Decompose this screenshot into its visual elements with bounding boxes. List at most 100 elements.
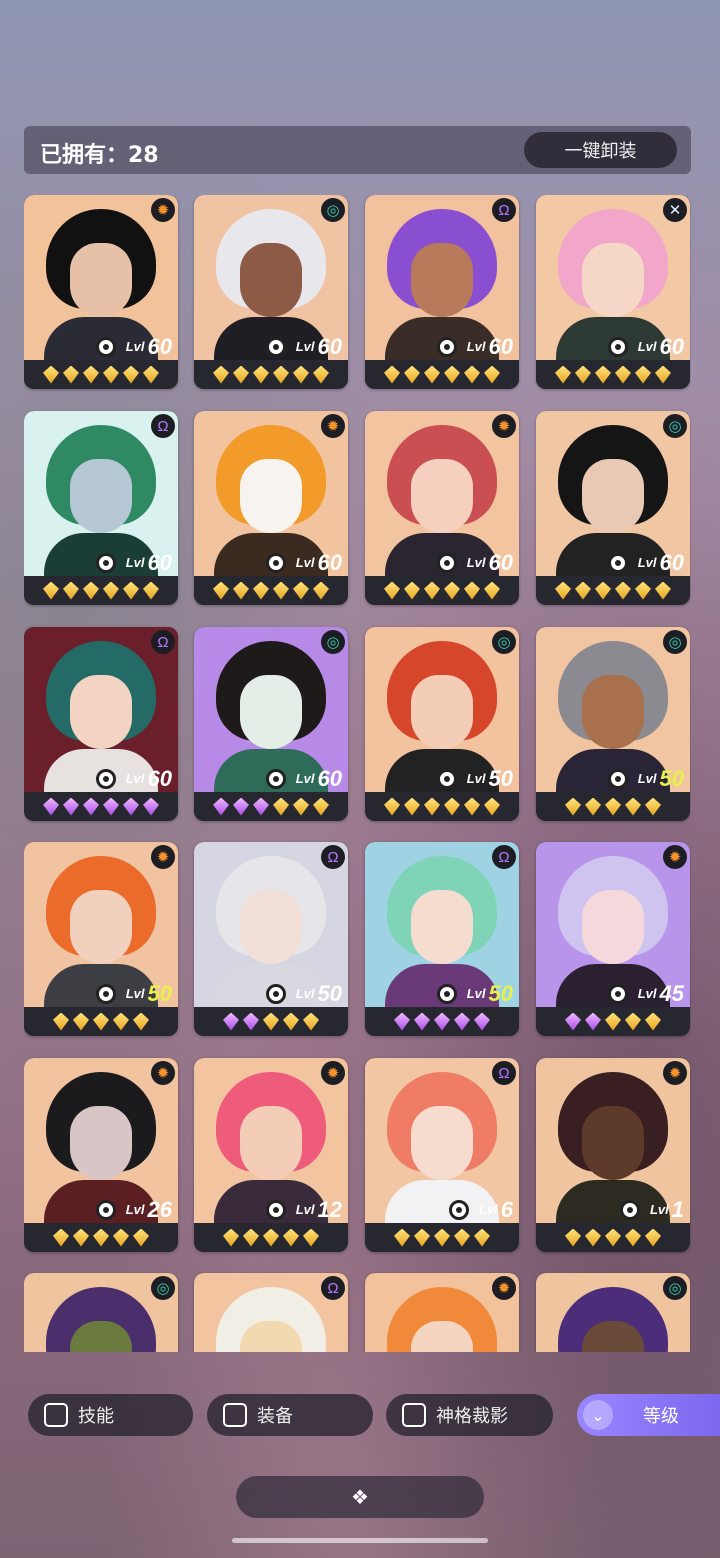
character-card[interactable]: Ω Lvl 50 xyxy=(365,842,519,1036)
sort-order-icon: ⌄ xyxy=(583,1400,613,1430)
swirl-element-icon: ◎ xyxy=(321,630,345,654)
star-gems xyxy=(365,1223,519,1252)
gem-icon xyxy=(384,581,400,600)
home-indicator xyxy=(232,1538,488,1543)
gem-icon xyxy=(404,365,420,384)
character-card[interactable]: ◎ Lvl 60 xyxy=(536,411,690,605)
character-card[interactable]: ✹ Lvl 60 xyxy=(194,411,348,605)
portrait-face xyxy=(582,1106,644,1180)
character-card[interactable]: ✹ Lvl 60 xyxy=(24,195,178,389)
filter-shadow[interactable]: 神格裁影 xyxy=(386,1394,553,1436)
gem-icon xyxy=(384,797,400,816)
sun-element-icon: ✹ xyxy=(492,1276,516,1300)
equip-checkbox[interactable] xyxy=(223,1403,247,1427)
character-card[interactable]: ✹ Lvl 50 xyxy=(24,842,178,1036)
character-card[interactable]: Ω Lvl 60 xyxy=(365,195,519,389)
portrait-face xyxy=(582,675,644,749)
gem-icon xyxy=(213,365,229,384)
level-tag: Lvl xyxy=(466,339,486,354)
gem-icon xyxy=(233,581,249,600)
portrait-face xyxy=(240,675,302,749)
level-row: Lvl 60 xyxy=(24,333,178,360)
gem-icon xyxy=(83,581,99,600)
unequip-all-button[interactable]: 一键卸装 xyxy=(524,132,677,168)
character-card[interactable]: ✹ Lvl 45 xyxy=(536,842,690,1036)
collapse-handle[interactable]: ❖ xyxy=(236,1476,484,1518)
sort-label: 等级 xyxy=(643,1406,679,1427)
character-card[interactable]: Ω Lvl 50 xyxy=(194,842,348,1036)
level-value: 60 xyxy=(147,765,172,791)
level-value: 50 xyxy=(488,765,513,791)
character-card[interactable]: ◎ Lvl 50 xyxy=(536,627,690,821)
sort-level-button[interactable]: ⌄ 等级 xyxy=(577,1394,720,1436)
gem-icon xyxy=(213,797,229,816)
level-tag: Lvl xyxy=(637,986,657,1001)
level-tag: Lvl xyxy=(125,555,145,570)
filter-equip[interactable]: 装备 xyxy=(207,1394,373,1436)
level-row: Lvl 60 xyxy=(365,333,519,360)
gem-icon xyxy=(655,365,671,384)
filter-shadow-label: 神格裁影 xyxy=(436,1406,508,1427)
filter-bar: 技能 装备 神格裁影 ⌄ 等级 xyxy=(0,1394,720,1436)
gem-icon xyxy=(63,797,79,816)
gem-icon xyxy=(263,1228,279,1247)
level-row: Lvl 1 xyxy=(536,1196,690,1223)
character-card[interactable]: ◎ Lvl 50 xyxy=(365,627,519,821)
gem-icon xyxy=(273,797,289,816)
character-card[interactable]: ◎ Lvl 60 xyxy=(194,195,348,389)
gem-icon xyxy=(575,365,591,384)
gem-icon xyxy=(73,1228,89,1247)
gem-icon xyxy=(444,365,460,384)
gem-icon xyxy=(565,1012,581,1031)
gem-icon xyxy=(424,797,440,816)
character-card[interactable]: ◎ Lvl 60 xyxy=(194,627,348,821)
gem-icon xyxy=(645,1228,661,1247)
diamond-icon: ❖ xyxy=(351,1486,369,1509)
character-card[interactable]: ✹ xyxy=(365,1273,519,1352)
class-icon xyxy=(607,552,628,573)
gem-icon xyxy=(233,797,249,816)
gem-icon xyxy=(464,581,480,600)
character-card[interactable]: ✹ Lvl 1 xyxy=(536,1058,690,1252)
gem-icon xyxy=(283,1228,299,1247)
sun-element-icon: ✹ xyxy=(492,414,516,438)
character-card[interactable]: ✕ Lvl 60 xyxy=(536,195,690,389)
gem-icon xyxy=(223,1228,239,1247)
star-gems xyxy=(24,1007,178,1036)
swirl-element-icon: ◎ xyxy=(663,630,687,654)
character-card[interactable]: ✹ Lvl 12 xyxy=(194,1058,348,1252)
gem-icon xyxy=(43,797,59,816)
character-card[interactable]: Ω xyxy=(194,1273,348,1352)
class-icon xyxy=(607,983,628,1004)
gem-icon xyxy=(133,1012,149,1031)
gem-icon xyxy=(253,581,269,600)
gem-icon xyxy=(83,797,99,816)
gem-icon xyxy=(394,1228,410,1247)
shadow-checkbox[interactable] xyxy=(402,1403,426,1427)
character-card[interactable]: Ω Lvl 60 xyxy=(24,627,178,821)
gem-icon xyxy=(595,581,611,600)
level-value: 50 xyxy=(659,765,684,791)
character-card[interactable]: ✹ Lvl 26 xyxy=(24,1058,178,1252)
gem-icon xyxy=(464,797,480,816)
class-icon xyxy=(265,983,286,1004)
omega-element-icon: Ω xyxy=(151,414,175,438)
character-card[interactable]: Ω Lvl 6 xyxy=(365,1058,519,1252)
skill-checkbox[interactable] xyxy=(44,1403,68,1427)
character-card[interactable]: Ω Lvl 60 xyxy=(24,411,178,605)
gem-icon xyxy=(123,797,139,816)
class-icon xyxy=(95,552,116,573)
portrait-face xyxy=(411,1106,473,1180)
gem-icon xyxy=(143,581,159,600)
cross-element-icon: ✕ xyxy=(663,198,687,222)
character-card[interactable]: ◎ xyxy=(24,1273,178,1352)
level-value: 60 xyxy=(317,549,342,575)
level-row: Lvl 60 xyxy=(194,549,348,576)
character-card[interactable]: ✹ Lvl 60 xyxy=(365,411,519,605)
filter-skill[interactable]: 技能 xyxy=(28,1394,193,1436)
omega-element-icon: Ω xyxy=(321,845,345,869)
sun-element-icon: ✹ xyxy=(663,1061,687,1085)
gem-icon xyxy=(414,1012,430,1031)
character-card[interactable]: ◎ xyxy=(536,1273,690,1352)
swirl-element-icon: ◎ xyxy=(663,414,687,438)
